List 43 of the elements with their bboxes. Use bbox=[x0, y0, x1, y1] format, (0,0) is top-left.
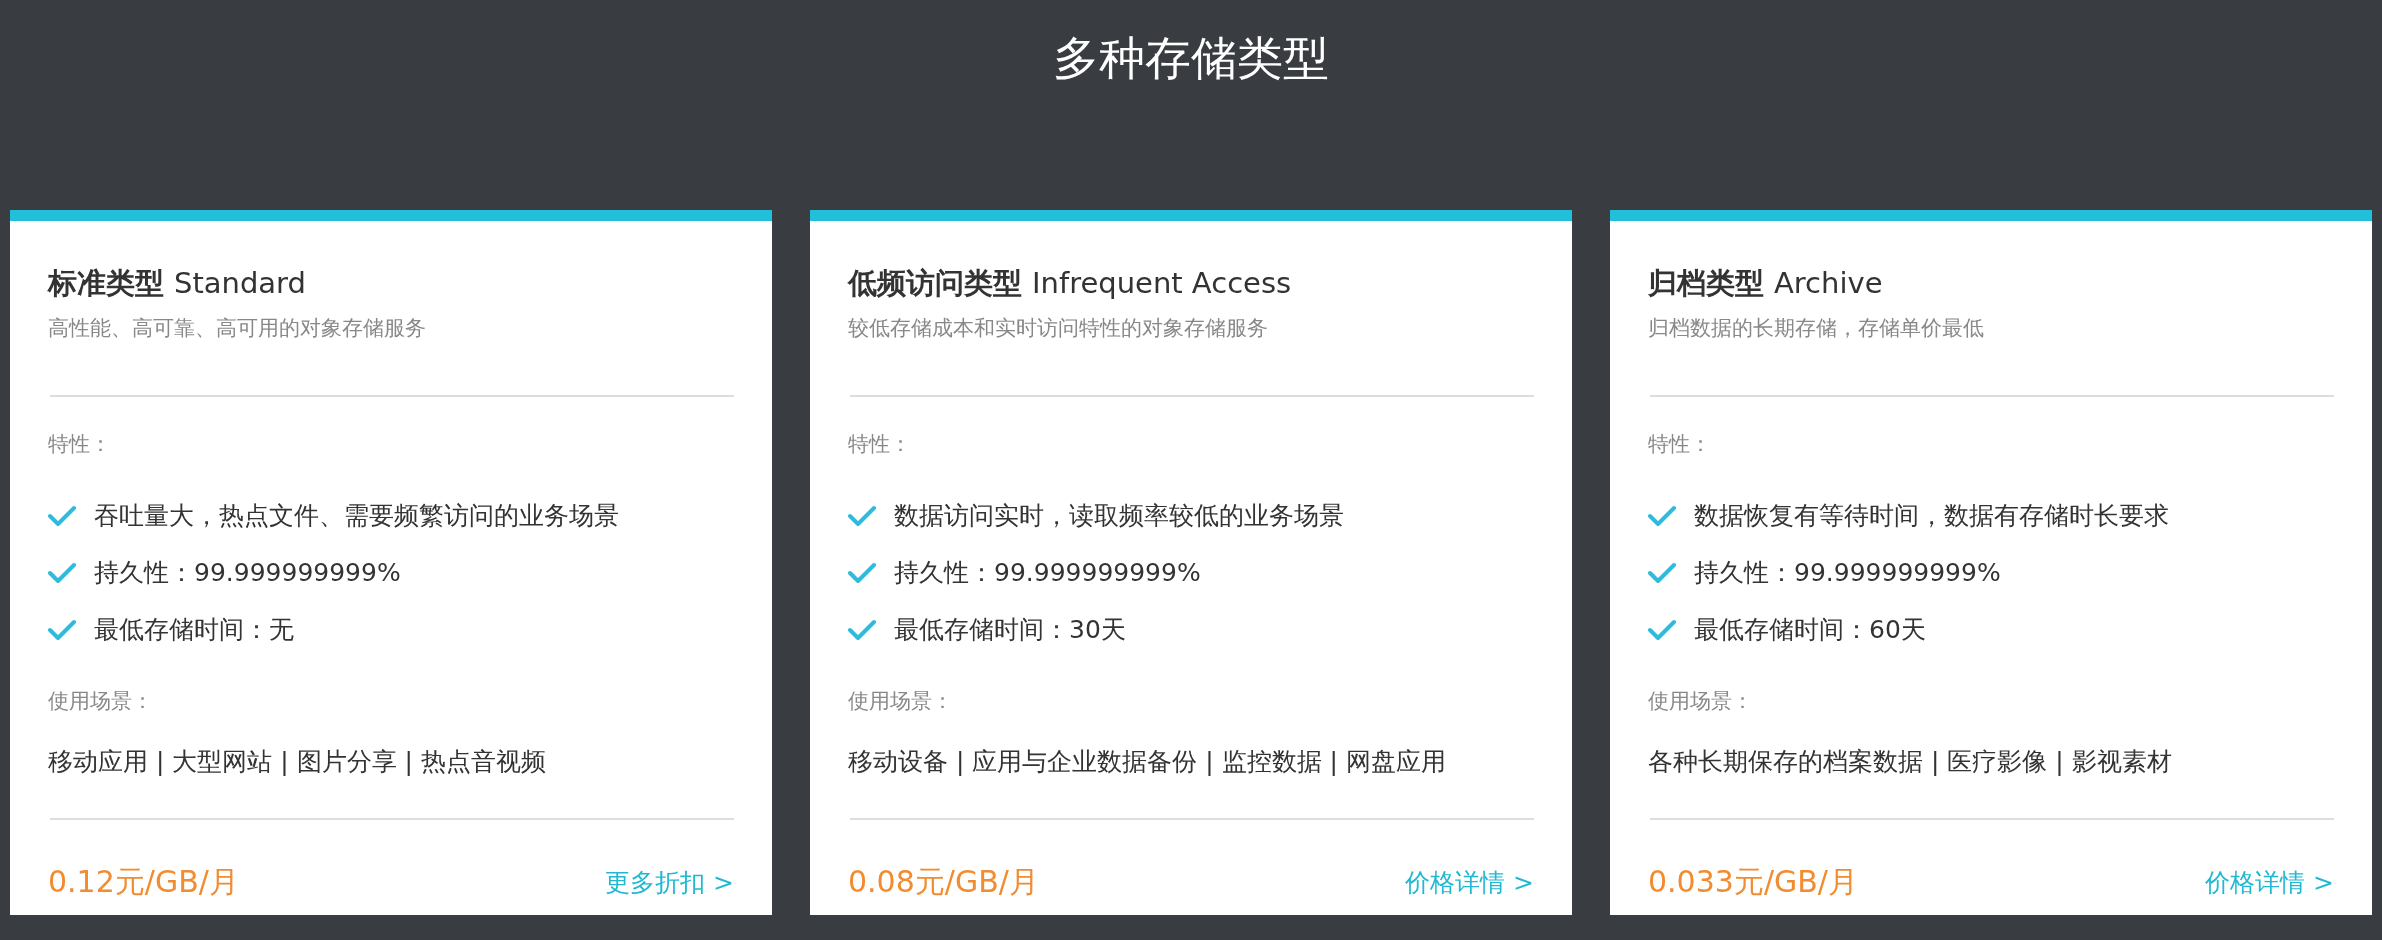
price-link[interactable]: 更多折扣 > bbox=[605, 866, 734, 899]
scenarios-label: 使用场景： bbox=[848, 688, 954, 715]
card-subtitle: 归档数据的长期存储，存储单价最低 bbox=[1648, 315, 1985, 342]
card-title: 低频访问类型 bbox=[848, 265, 1022, 302]
feature-text: 吞吐量大，热点文件、需要频繁访问的业务场景 bbox=[94, 500, 619, 532]
card-title-english: Archive bbox=[1774, 265, 1883, 302]
price-text: 0.12元/GB/月 bbox=[48, 863, 239, 901]
feature-text: 持久性：99.999999999% bbox=[894, 557, 1201, 589]
check-icon bbox=[48, 504, 76, 527]
check-icon bbox=[48, 618, 76, 641]
card-title-english: Standard bbox=[174, 265, 306, 302]
check-icon bbox=[1648, 618, 1676, 641]
price-text: 0.08元/GB/月 bbox=[848, 863, 1039, 901]
scenarios-text: 各种长期保存的档案数据 | 医疗影像 | 影视素材 bbox=[1648, 746, 2173, 778]
scenarios-text: 移动应用 | 大型网站 | 图片分享 | 热点音视频 bbox=[48, 746, 547, 778]
features-label: 特性： bbox=[48, 431, 112, 458]
feature-text: 持久性：99.999999999% bbox=[94, 557, 401, 589]
card-title: 归档类型 bbox=[1648, 265, 1764, 302]
check-icon bbox=[848, 561, 876, 584]
feature-text: 最低存储时间：60天 bbox=[1694, 614, 1926, 646]
scenarios-label: 使用场景： bbox=[1648, 688, 1754, 715]
feature-text: 最低存储时间：无 bbox=[94, 614, 294, 646]
feature-text: 数据恢复有等待时间，数据有存储时长要求 bbox=[1694, 500, 2169, 532]
price-text: 0.033元/GB/月 bbox=[1648, 863, 1858, 901]
check-icon bbox=[848, 618, 876, 641]
scenarios-text: 移动设备 | 应用与企业数据备份 | 监控数据 | 网盘应用 bbox=[848, 746, 1447, 778]
feature-text: 最低存储时间：30天 bbox=[894, 614, 1126, 646]
price-link[interactable]: 价格详情 > bbox=[2205, 866, 2334, 899]
card-title-english: Infrequent Access bbox=[1032, 265, 1292, 302]
card-subtitle: 高性能、高可靠、高可用的对象存储服务 bbox=[48, 315, 427, 342]
check-icon bbox=[1648, 504, 1676, 527]
page-title: 多种存储类型 bbox=[1053, 30, 1329, 87]
feature-text: 持久性：99.999999999% bbox=[1694, 557, 2001, 589]
card-title: 标准类型 bbox=[48, 265, 164, 302]
check-icon bbox=[1648, 561, 1676, 584]
card-subtitle: 较低存储成本和实时访问特性的对象存储服务 bbox=[848, 315, 1269, 342]
feature-text: 数据访问实时，读取频率较低的业务场景 bbox=[894, 500, 1344, 532]
price-link[interactable]: 价格详情 > bbox=[1405, 866, 1534, 899]
scenarios-label: 使用场景： bbox=[48, 688, 154, 715]
features-label: 特性： bbox=[1648, 431, 1712, 458]
features-label: 特性： bbox=[848, 431, 912, 458]
check-icon bbox=[48, 561, 76, 584]
check-icon bbox=[848, 504, 876, 527]
